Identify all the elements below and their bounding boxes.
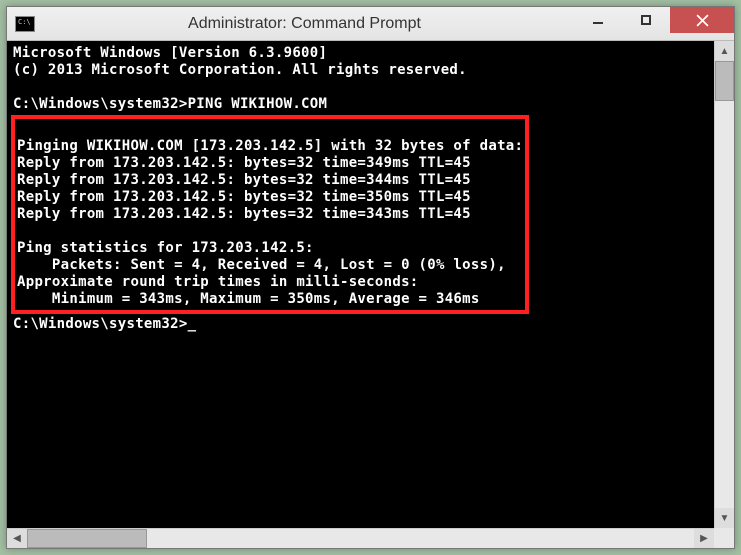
- command-prompt-window: Administrator: Command Prompt Microsoft …: [6, 6, 735, 549]
- rtt-header-line: Approximate round trip times in milli-se…: [17, 274, 419, 290]
- console-output[interactable]: Microsoft Windows [Version 6.3.9600] (c)…: [7, 41, 714, 528]
- close-button[interactable]: [670, 7, 734, 33]
- cmd-icon: [15, 16, 35, 32]
- scroll-corner: [714, 528, 734, 548]
- version-line: Microsoft Windows [Version 6.3.9600]: [13, 45, 327, 61]
- ping-reply-line: Reply from 173.203.142.5: bytes=32 time=…: [17, 206, 471, 222]
- vscroll-track[interactable]: [715, 101, 734, 508]
- titlebar[interactable]: Administrator: Command Prompt: [7, 7, 734, 41]
- hscroll-track[interactable]: [147, 529, 694, 548]
- ping-reply-line: Reply from 173.203.142.5: bytes=32 time=…: [17, 155, 471, 171]
- ping-reply-line: Reply from 173.203.142.5: bytes=32 time=…: [17, 189, 471, 205]
- minimize-button[interactable]: [574, 7, 622, 33]
- close-icon: [696, 14, 709, 27]
- window-title: Administrator: Command Prompt: [35, 15, 574, 33]
- prompt-line: C:\Windows\system32>PING WIKIHOW.COM: [13, 96, 327, 112]
- vscroll-thumb[interactable]: [715, 61, 734, 101]
- ping-header-line: Pinging WIKIHOW.COM [173.203.142.5] with…: [17, 138, 523, 154]
- scroll-up-arrow-icon[interactable]: ▲: [715, 41, 734, 61]
- horizontal-scrollbar[interactable]: ◀ ▶: [7, 528, 714, 548]
- scroll-down-arrow-icon[interactable]: ▼: [715, 508, 734, 528]
- copyright-line: (c) 2013 Microsoft Corporation. All righ…: [13, 62, 467, 78]
- bottom-scroll-row: ◀ ▶: [7, 528, 734, 548]
- rtt-values-line: Minimum = 343ms, Maximum = 350ms, Averag…: [17, 291, 480, 307]
- stats-packets-line: Packets: Sent = 4, Received = 4, Lost = …: [17, 257, 506, 273]
- vertical-scrollbar[interactable]: ▲ ▼: [714, 41, 734, 528]
- prompt-line: C:\Windows\system32>: [13, 316, 196, 332]
- cursor: [188, 316, 197, 332]
- highlight-box: Pinging WIKIHOW.COM [173.203.142.5] with…: [11, 115, 529, 314]
- ping-reply-line: Reply from 173.203.142.5: bytes=32 time=…: [17, 172, 471, 188]
- hscroll-thumb[interactable]: [27, 529, 147, 548]
- window-controls: [574, 7, 734, 40]
- stats-header-line: Ping statistics for 173.203.142.5:: [17, 240, 314, 256]
- scroll-left-arrow-icon[interactable]: ◀: [7, 529, 27, 548]
- console-area: Microsoft Windows [Version 6.3.9600] (c)…: [7, 41, 734, 528]
- maximize-button[interactable]: [622, 7, 670, 33]
- scroll-right-arrow-icon[interactable]: ▶: [694, 529, 714, 548]
